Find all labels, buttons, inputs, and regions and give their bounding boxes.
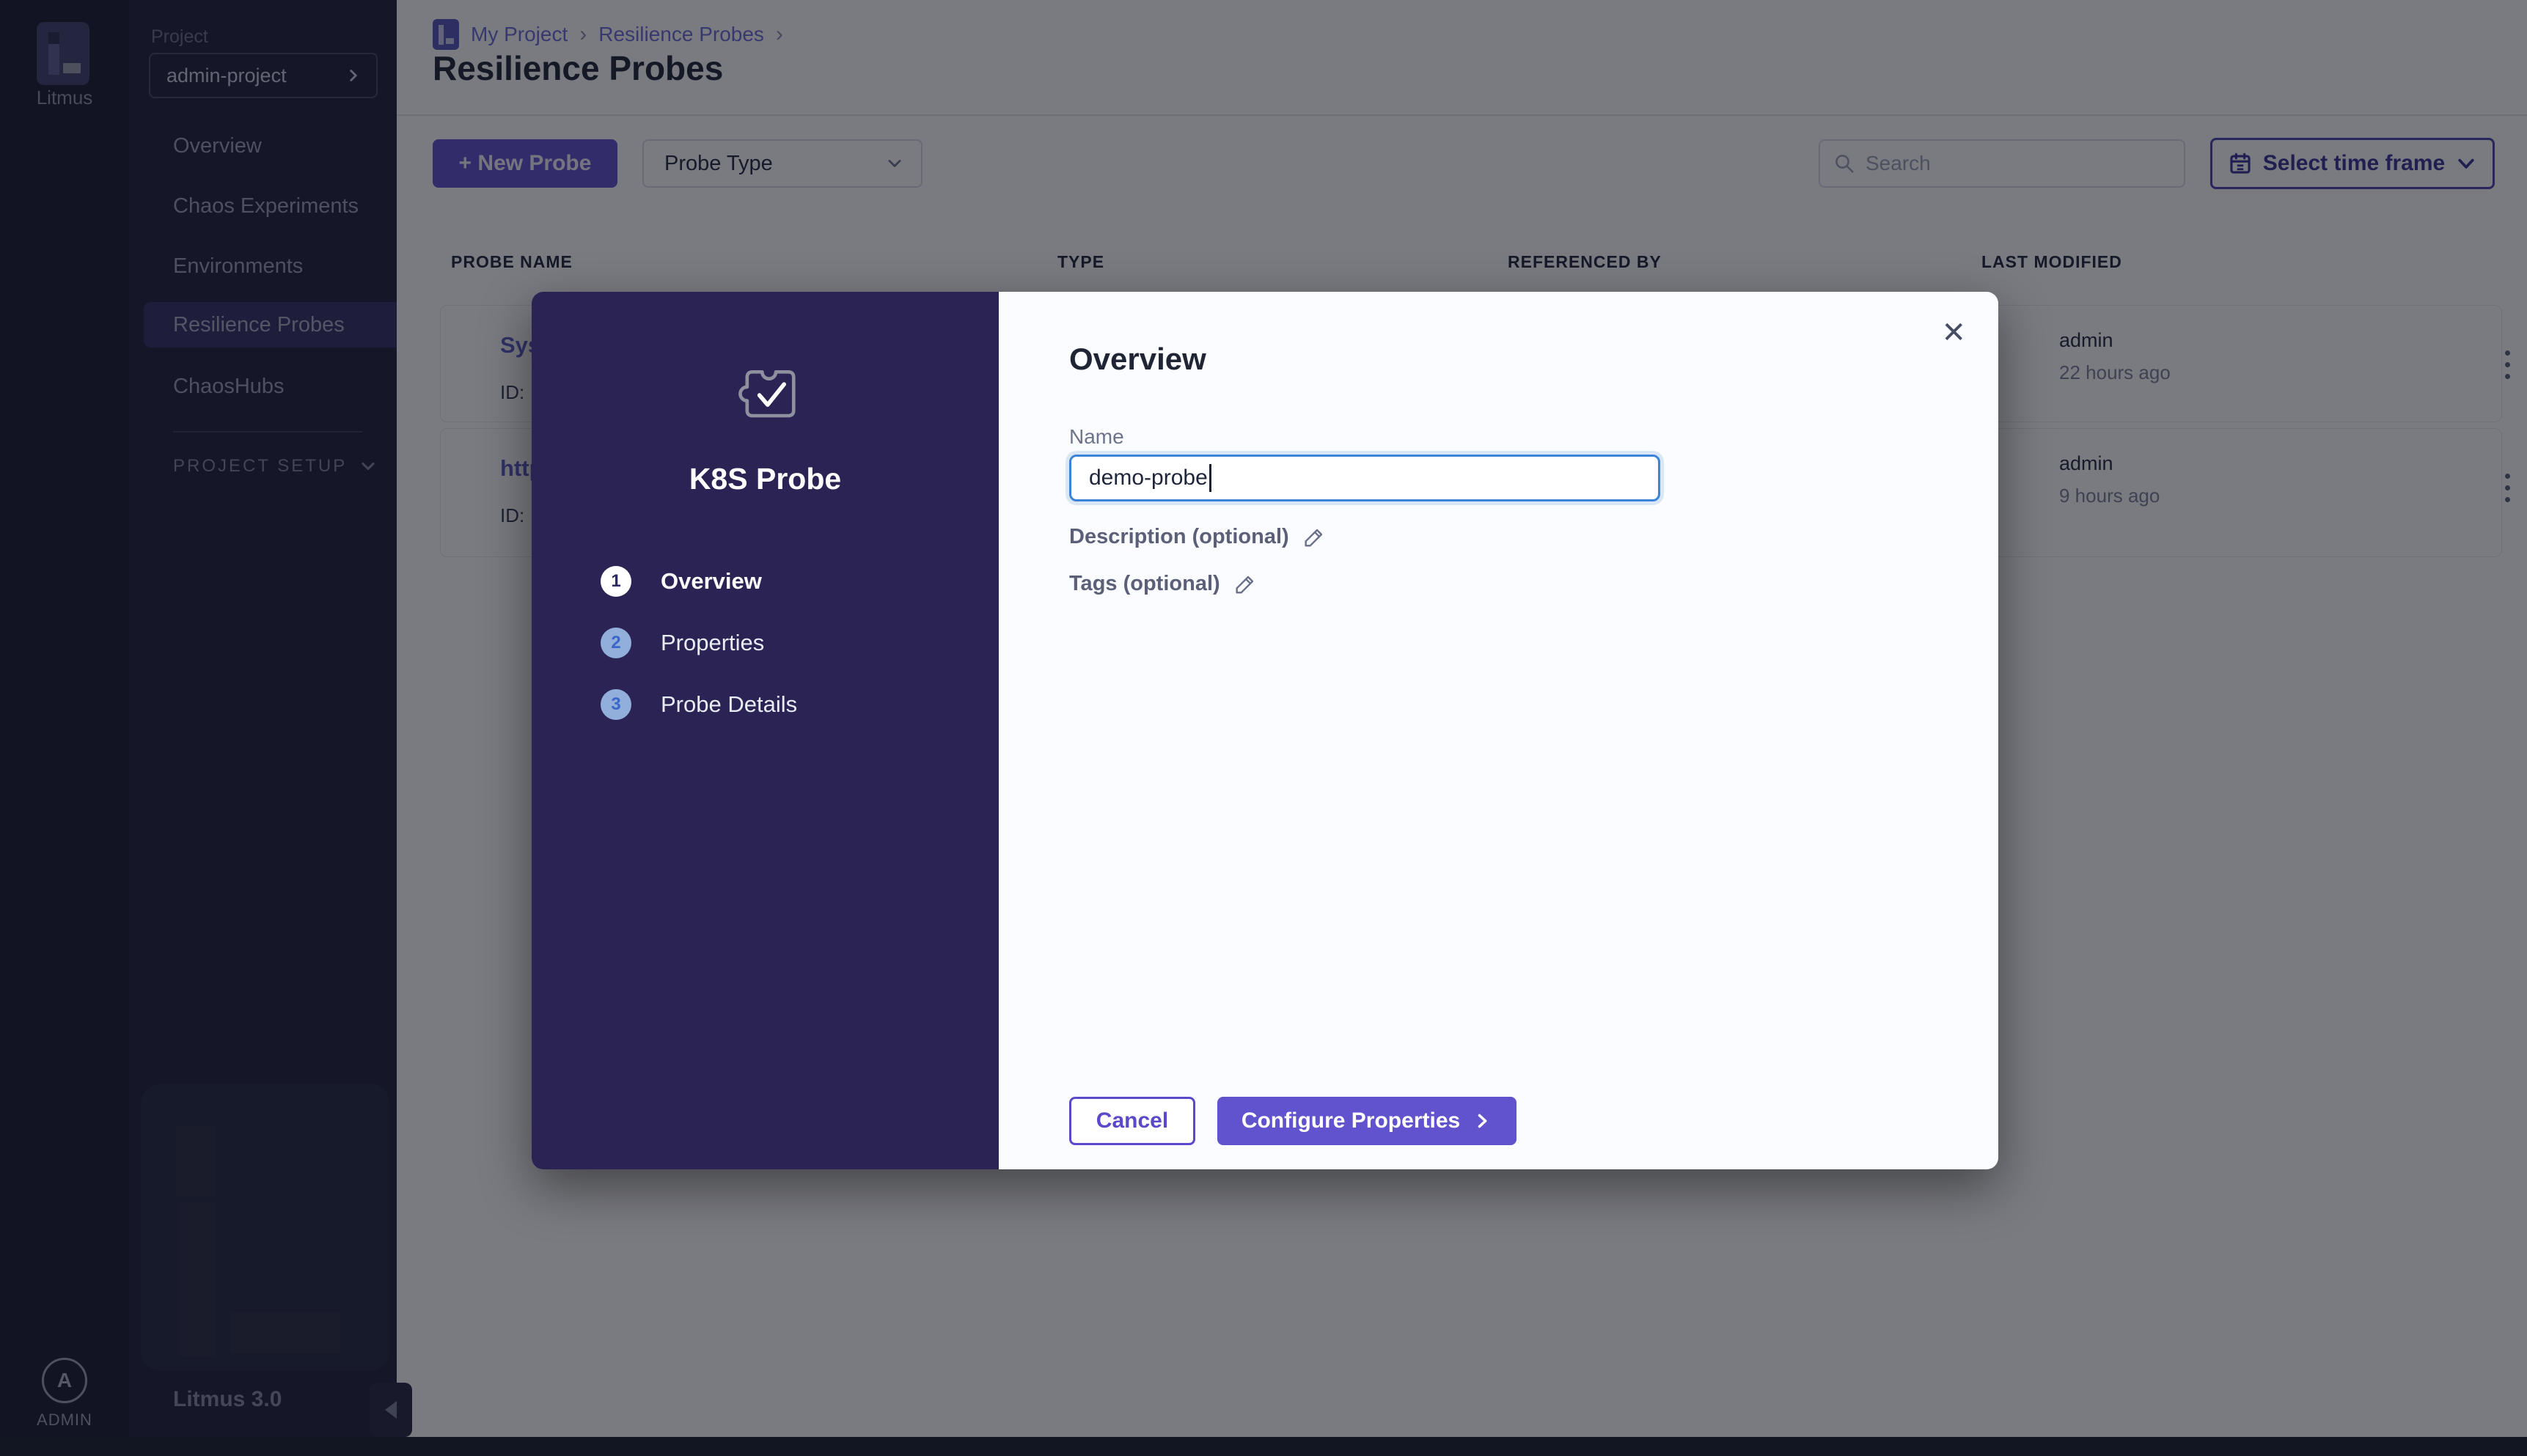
- modal-side-panel: K8S Probe 1 Overview 2 Properties 3 Prob…: [532, 292, 999, 1169]
- cancel-button[interactable]: Cancel: [1069, 1097, 1195, 1145]
- chevron-right-icon: [1472, 1111, 1492, 1131]
- step-number: 2: [601, 628, 631, 658]
- step-probe-details[interactable]: 3 Probe Details: [601, 689, 797, 720]
- step-overview[interactable]: 1 Overview: [601, 566, 762, 597]
- probe-puzzle-icon: [735, 365, 796, 427]
- tags-optional-toggle[interactable]: Tags (optional): [1069, 572, 1257, 596]
- probe-type-title: K8S Probe: [532, 462, 999, 496]
- step-number: 3: [601, 689, 631, 720]
- probe-name-input[interactable]: demo-probe: [1069, 455, 1660, 501]
- step-properties[interactable]: 2 Properties: [601, 628, 764, 658]
- step-number: 1: [601, 566, 631, 597]
- edit-pencil-icon: [1302, 526, 1326, 549]
- description-optional-toggle[interactable]: Description (optional): [1069, 525, 1326, 549]
- create-probe-modal: K8S Probe 1 Overview 2 Properties 3 Prob…: [532, 292, 1998, 1169]
- text-cursor: [1209, 464, 1211, 492]
- modal-body: ✕ Overview Name demo-probe Description (…: [999, 292, 1998, 1169]
- name-label: Name: [1069, 425, 1124, 449]
- modal-section-title: Overview: [1069, 342, 1206, 377]
- litmus-app: Litmus A ADMIN Project admin-project Ove…: [0, 0, 2527, 1456]
- edit-pencil-icon: [1233, 573, 1257, 596]
- close-icon[interactable]: ✕: [1941, 318, 1966, 348]
- configure-properties-button[interactable]: Configure Properties: [1217, 1097, 1516, 1145]
